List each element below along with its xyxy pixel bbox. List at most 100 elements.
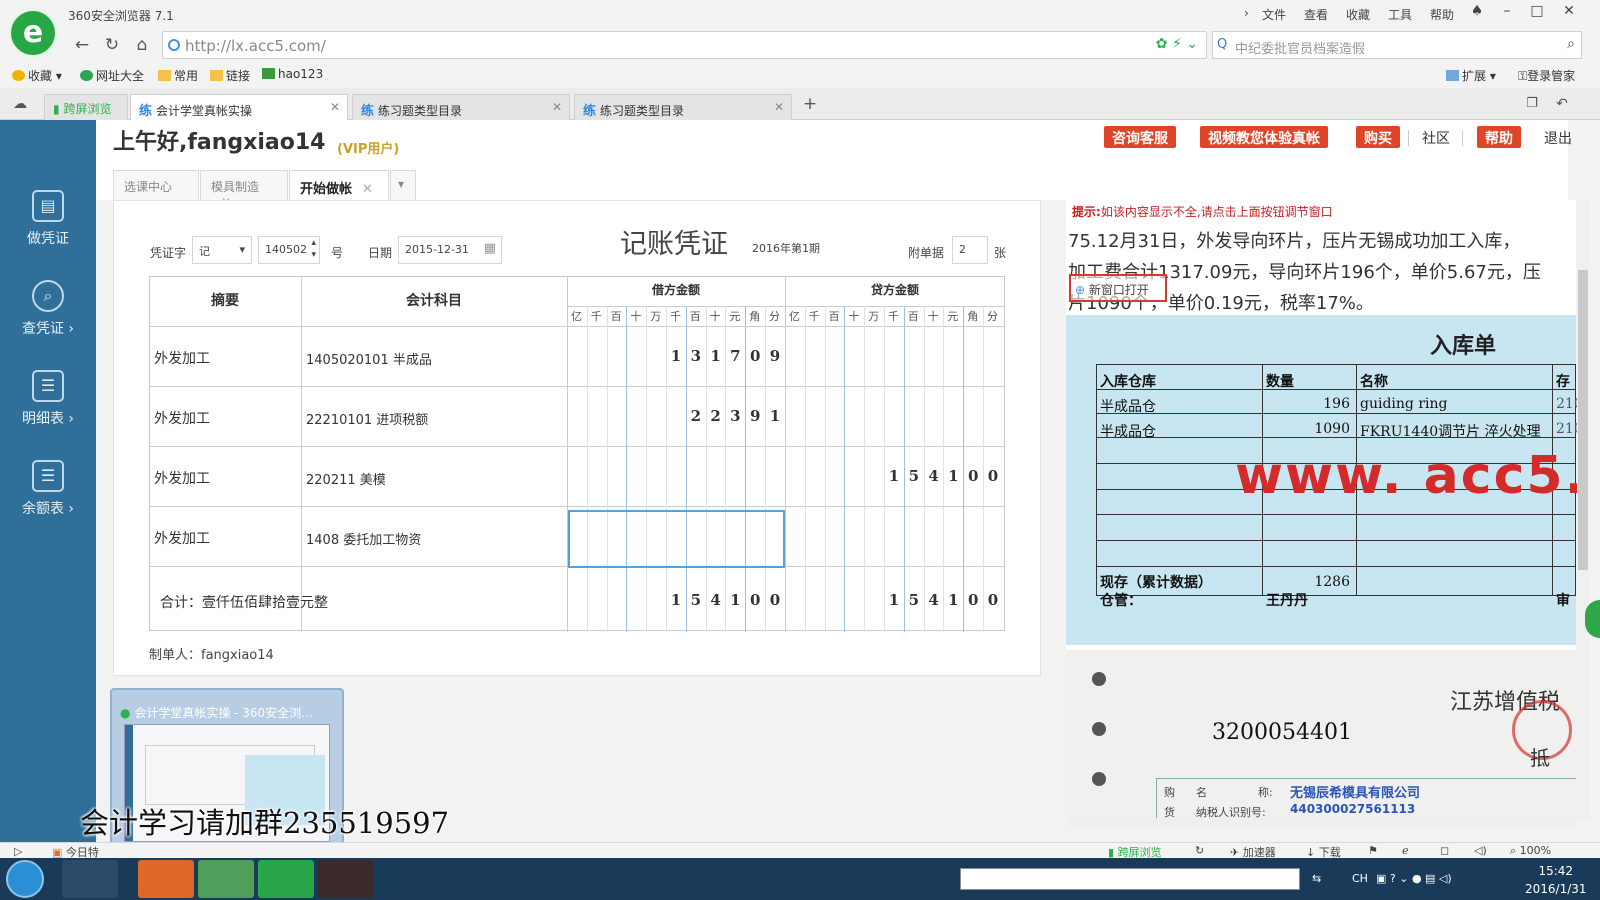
bookmark-hao123[interactable]: hao123: [262, 67, 323, 81]
home-icon[interactable]: ⌂: [130, 33, 154, 57]
window-icon[interactable]: ◻: [1440, 844, 1449, 857]
stepper-arrows-icon[interactable]: ▴ ▾: [311, 237, 316, 261]
status-bar: ▷ ▣ 今日特 ▮ 跨屏浏览 ↻ ✈ 加速器 ↓ 下载 ⚑ ℯ ◻ ◁) ⌕ 1…: [0, 842, 1600, 859]
account-cell: 1405020101 半成品: [306, 353, 432, 368]
taskbar-app-video[interactable]: [318, 860, 374, 898]
tab-mold-manufacturing[interactable]: 模具制造✕: [200, 170, 288, 209]
taskbar-app-green[interactable]: [258, 860, 314, 898]
sidebar-item-label: 查凭证: [21, 321, 64, 337]
volume-icon[interactable]: ◁): [1474, 844, 1487, 857]
close-icon[interactable]: ✕: [552, 100, 562, 114]
digit-column-line: [606, 306, 608, 632]
language-indicator[interactable]: CH: [1352, 872, 1368, 885]
list-icon: ☰: [32, 460, 64, 492]
taskbar-app-360-browser[interactable]: [198, 860, 254, 898]
go-arrow-icon[interactable]: ⇆: [1312, 872, 1321, 885]
tab-exercise-catalog-2[interactable]: 练练习题类型目录 ✕: [574, 94, 792, 120]
close-icon[interactable]: ✕: [330, 100, 340, 114]
attachments-input[interactable]: 2: [952, 236, 988, 264]
maximize-button[interactable]: □: [1525, 3, 1549, 23]
voucher-type-select[interactable]: 记 ▾: [192, 236, 252, 264]
undo-close-icon[interactable]: ↶: [1550, 92, 1574, 116]
video-tutorial-button[interactable]: 视频教您体验真帐: [1200, 126, 1328, 148]
digit-header: 元: [729, 310, 741, 323]
sidebar-item-query-voucher[interactable]: ⌕ 查凭证 ›: [0, 268, 96, 350]
digit-header: 十: [630, 310, 642, 323]
digit-header: 百: [689, 310, 701, 323]
close-icon[interactable]: ✕: [362, 182, 373, 197]
search-icon: ⌕: [32, 280, 64, 312]
menu-file[interactable]: 文件: [1262, 6, 1286, 23]
bookmark-links[interactable]: 链接: [210, 67, 250, 84]
punch-hole: [1092, 722, 1106, 736]
voucher-number-stepper[interactable]: 140502 ▴ ▾: [258, 236, 320, 264]
minimize-button[interactable]: –: [1495, 3, 1519, 23]
restore-window-icon[interactable]: ❐: [1520, 92, 1544, 116]
menu-favorites[interactable]: 收藏: [1346, 6, 1370, 23]
search-input[interactable]: Q 中纪委批官员档案造假 ⌕: [1212, 31, 1582, 59]
help-button[interactable]: 帮助: [1477, 126, 1521, 148]
cloud-icon[interactable]: ☁: [8, 92, 32, 116]
tab-start-bookkeeping[interactable]: 开始做帐 ✕: [289, 170, 389, 200]
grid-line: [149, 446, 1005, 447]
zoom-control[interactable]: ⌕ 100%: [1510, 844, 1551, 858]
refresh-status-icon[interactable]: ↻: [1195, 844, 1204, 857]
sidebar-item-detail[interactable]: ☰ 明细表 ›: [0, 358, 96, 440]
consult-service-button[interactable]: 咨询客服: [1104, 126, 1176, 148]
taskbar-address-input[interactable]: [960, 868, 1300, 890]
calendar-icon[interactable]: ▦: [484, 241, 496, 256]
url-input[interactable]: http://lx.acc5.com/ ✿ ⚡ ⌄: [162, 31, 1207, 59]
bookmark-favorites[interactable]: 收藏 ▾: [12, 67, 62, 84]
open-new-window-button[interactable]: ⊕ 新窗口打开: [1069, 274, 1167, 302]
invoice-number: 3200054401: [1212, 720, 1352, 745]
new-tab-plus-icon[interactable]: +: [798, 92, 822, 116]
taskbar-app-presentation[interactable]: [138, 860, 194, 898]
menu-view[interactable]: 查看: [1304, 6, 1328, 23]
back-arrow-icon[interactable]: ←: [70, 33, 94, 57]
scrollbar-thumb[interactable]: [1578, 270, 1588, 570]
tray-icons[interactable]: ▣ ? ⌄ ● ▤ ◁): [1376, 872, 1452, 885]
sidebar-item-label: 做凭证: [27, 231, 69, 247]
bookmark-site-nav[interactable]: 网址大全: [80, 67, 144, 84]
tab-exercise-catalog[interactable]: 练练习题类型目录 ✕: [352, 94, 570, 120]
voucher-number-suffix: 号: [331, 246, 344, 260]
ie-icon[interactable]: ℯ: [1402, 844, 1409, 857]
lightning-icon[interactable]: ✿ ⚡ ⌄: [1156, 36, 1198, 52]
search-button-icon[interactable]: ⌕: [1567, 36, 1575, 52]
skin-icon[interactable]: ♠: [1465, 3, 1489, 23]
horizontal-scrollbar[interactable]: [1066, 818, 1576, 830]
buy-button[interactable]: 购买: [1356, 126, 1400, 148]
close-window-button[interactable]: ✕: [1557, 3, 1581, 23]
community-link[interactable]: 社区: [1422, 128, 1450, 148]
tab-dropdown-icon[interactable]: ▾: [390, 170, 416, 200]
receipt-cell: 半成品仓: [1100, 399, 1156, 415]
inner-tab-bar: 选课中心 模具制造✕ 开始做帐 ✕ ▾: [113, 170, 423, 209]
total-digit: 0: [749, 591, 761, 609]
taskbar-clock[interactable]: 15:42 2016/1/31: [1525, 862, 1587, 898]
taskbar-app-pinwheel[interactable]: [62, 860, 118, 898]
extensions-button[interactable]: 扩展 ▾: [1446, 67, 1496, 84]
debit-input-active[interactable]: [568, 510, 785, 568]
side-float-button[interactable]: [1585, 600, 1600, 638]
bookmark-common[interactable]: 常用: [158, 67, 198, 84]
grid-line: [567, 306, 1005, 307]
address-bar: ← ↻ ⌂ http://lx.acc5.com/ ✿ ⚡ ⌄ Q 中纪委批官员…: [0, 28, 1600, 62]
menu-chevron-icon[interactable]: ›: [1244, 6, 1249, 20]
sidebar-item-balance[interactable]: ☰ 余额表 ›: [0, 448, 96, 530]
tab-accounting-practice[interactable]: 练会计学堂真帐实操 ✕: [130, 94, 348, 121]
start-button[interactable]: [6, 860, 44, 898]
logout-link[interactable]: 退出: [1544, 128, 1572, 148]
menu-help[interactable]: 帮助: [1430, 6, 1454, 23]
tab-course-center[interactable]: 选课中心: [113, 170, 199, 200]
sidebar-item-make-voucher[interactable]: ▤ 做凭证: [0, 178, 96, 260]
tab-label: 模具制造: [211, 180, 260, 194]
refresh-icon[interactable]: ↻: [100, 33, 124, 57]
close-icon[interactable]: ✕: [774, 100, 784, 114]
expand-arrow-icon[interactable]: ▷: [14, 845, 22, 858]
bookmark-label: 链接: [226, 69, 251, 83]
login-manager-button[interactable]: ⚿登录管家: [1518, 67, 1575, 84]
flag-icon[interactable]: ⚑: [1368, 844, 1378, 857]
tab-cross-screen[interactable]: ▮ 跨屏浏览: [44, 94, 128, 120]
menu-tools[interactable]: 工具: [1388, 6, 1412, 23]
date-input[interactable]: 2015-12-31 ▦: [398, 236, 502, 264]
